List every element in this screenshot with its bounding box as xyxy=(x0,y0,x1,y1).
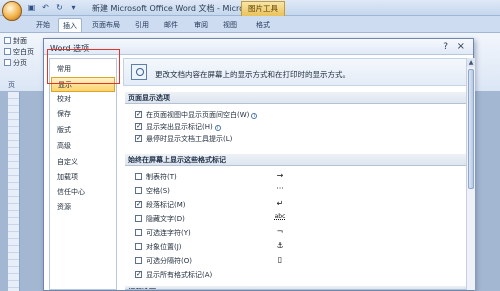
option-show-highlighter[interactable]: 显示突出显示标记(H)i xyxy=(135,121,221,132)
nav-item-save[interactable]: 保存 xyxy=(51,107,115,122)
checkbox[interactable] xyxy=(135,243,142,250)
checkbox[interactable] xyxy=(135,257,142,264)
vertical-ruler xyxy=(8,92,20,291)
nav-item-resources[interactable]: 资源 xyxy=(51,200,115,215)
option-paragraph-marks[interactable]: 段落标记(M) xyxy=(135,199,186,210)
hyphen-symbol: ¬ xyxy=(276,227,284,236)
tab-review[interactable]: 审阅 xyxy=(190,18,212,32)
nav-item-display[interactable]: 显示 xyxy=(51,77,115,92)
blank-page-button[interactable]: 空白页 xyxy=(4,47,34,57)
word-options-dialog: Word 选项 ? × 常用 显示 校对 保存 版式 高级 自定义 加载项 信任… xyxy=(43,38,475,291)
tab-insert[interactable]: 插入 xyxy=(58,18,82,32)
blank-page-label: 空白页 xyxy=(13,48,34,56)
option-label: 段落标记(M) xyxy=(146,201,186,209)
nav-item-customize[interactable]: 自定义 xyxy=(51,155,115,170)
redo-icon[interactable]: ↻ xyxy=(54,2,65,13)
checkbox[interactable] xyxy=(135,229,142,236)
checkbox[interactable] xyxy=(135,187,142,194)
nav-item-trust-center[interactable]: 信任中心 xyxy=(51,185,115,200)
option-label: 可选分隔符(O) xyxy=(146,257,192,265)
space-symbol: ··· xyxy=(276,184,284,193)
option-label: 对象位置(J) xyxy=(146,243,182,251)
option-label: 可选连字符(Y) xyxy=(146,229,191,237)
close-button[interactable]: × xyxy=(457,41,465,52)
checkbox[interactable] xyxy=(135,199,142,209)
scroll-up-arrow-icon[interactable]: ▲ xyxy=(467,58,475,67)
section-printing-options: 打印选项 xyxy=(125,286,467,290)
tab-references[interactable]: 引用 xyxy=(131,18,153,32)
info-icon: i xyxy=(214,125,221,131)
quick-access-toolbar: ▣ ↶ ↻ ▾ xyxy=(26,2,79,13)
section-page-display: 页面显示选项 xyxy=(125,92,467,104)
paragraph-symbol: ↵ xyxy=(276,199,284,208)
help-button[interactable]: ? xyxy=(443,42,448,52)
display-monitor-icon xyxy=(131,64,147,80)
blank-page-icon xyxy=(4,48,11,55)
tab-home[interactable]: 开始 xyxy=(32,18,54,32)
nav-item-add-ins[interactable]: 加载项 xyxy=(51,170,115,185)
option-optional-hyphens[interactable]: 可选连字符(Y) xyxy=(135,228,191,238)
nav-item-proofing[interactable]: 校对 xyxy=(51,92,115,107)
customize-qat-icon[interactable]: ▾ xyxy=(68,2,79,13)
option-spaces[interactable]: 空格(S) xyxy=(135,186,170,196)
option-label: 制表符(T) xyxy=(146,173,177,181)
page-break-button[interactable]: 分页 xyxy=(4,58,27,68)
tab-format[interactable]: 格式 xyxy=(252,18,274,32)
scroll-thumb[interactable] xyxy=(468,69,474,189)
checkbox[interactable] xyxy=(135,121,142,131)
section-formatting-marks: 始终在屏幕上显示这些格式标记 xyxy=(125,154,467,166)
option-label: 在页面视图中显示页面间空白(W) xyxy=(146,111,250,119)
checkbox[interactable] xyxy=(135,133,142,143)
tab-symbol: → xyxy=(276,171,284,180)
options-nav: 常用 显示 校对 保存 版式 高级 自定义 加载项 信任中心 资源 xyxy=(49,58,117,290)
option-label: 显示所有格式标记(A) xyxy=(146,271,213,279)
nav-item-advanced[interactable]: 高级 xyxy=(51,139,115,154)
tab-mailings[interactable]: 邮件 xyxy=(160,18,182,32)
option-show-all-marks[interactable]: 显示所有格式标记(A) xyxy=(135,269,213,280)
title-bar: ▣ ↶ ↻ ▾ 新建 Microsoft Office Word 文档 - Mi… xyxy=(0,0,500,16)
page-break-icon xyxy=(4,59,11,66)
nav-item-typography[interactable]: 版式 xyxy=(51,123,115,138)
page-break-label: 分页 xyxy=(13,59,27,67)
pages-group-label: 页 xyxy=(8,81,15,89)
checkbox[interactable] xyxy=(135,109,142,119)
checkbox[interactable] xyxy=(135,269,142,279)
option-label: 空格(S) xyxy=(146,187,170,195)
optional-break-symbol: ▯ xyxy=(277,255,283,264)
info-icon: i xyxy=(251,113,258,119)
option-optional-breaks[interactable]: 可选分隔符(O) xyxy=(135,256,192,266)
tab-view[interactable]: 视图 xyxy=(219,18,241,32)
nav-item-popular[interactable]: 常用 xyxy=(51,62,115,77)
content-header: 更改文档内容在屏幕上的显示方式和在打印时的显示方式。 xyxy=(123,58,469,86)
content-scrollbar[interactable]: ▲ xyxy=(466,58,475,290)
option-show-tooltips[interactable]: 悬停时显示文档工具提示(L) xyxy=(135,133,233,144)
checkbox[interactable] xyxy=(135,173,142,180)
office-button[interactable] xyxy=(2,1,22,21)
option-tab-characters[interactable]: 制表符(T) xyxy=(135,172,177,182)
option-label: 显示突出显示标记(H) xyxy=(146,123,213,131)
cover-page-icon xyxy=(4,37,11,44)
cover-page-button[interactable]: 封面 xyxy=(4,36,27,46)
option-object-anchors[interactable]: 对象位置(J) xyxy=(135,242,182,252)
option-label: 悬停时显示文档工具提示(L) xyxy=(146,135,233,143)
save-icon[interactable]: ▣ xyxy=(26,2,37,13)
cover-page-label: 封面 xyxy=(13,37,27,45)
dialog-title: Word 选项 xyxy=(50,44,90,53)
picture-tools-contextual-tab[interactable]: 图片工具 xyxy=(241,1,285,16)
checkbox[interactable] xyxy=(135,215,142,222)
content-header-text: 更改文档内容在屏幕上的显示方式和在打印时的显示方式。 xyxy=(155,70,350,79)
hidden-text-symbol: abc xyxy=(274,213,286,220)
option-show-whitespace[interactable]: 在页面视图中显示页面间空白(W)i xyxy=(135,109,258,120)
ribbon-tab-bar: 开始 插入 页面布局 引用 邮件 审阅 视图 格式 xyxy=(0,16,500,33)
options-content: 更改文档内容在屏幕上的显示方式和在打印时的显示方式。 页面显示选项 在页面视图中… xyxy=(123,58,469,290)
tab-page-layout[interactable]: 页面布局 xyxy=(88,18,124,32)
dialog-title-bar: Word 选项 ? × xyxy=(44,39,473,55)
anchor-symbol: ⚓ xyxy=(276,241,284,250)
option-hidden-text[interactable]: 隐藏文字(D) xyxy=(135,214,185,224)
undo-icon[interactable]: ↶ xyxy=(40,2,51,13)
option-label: 隐藏文字(D) xyxy=(146,215,185,223)
